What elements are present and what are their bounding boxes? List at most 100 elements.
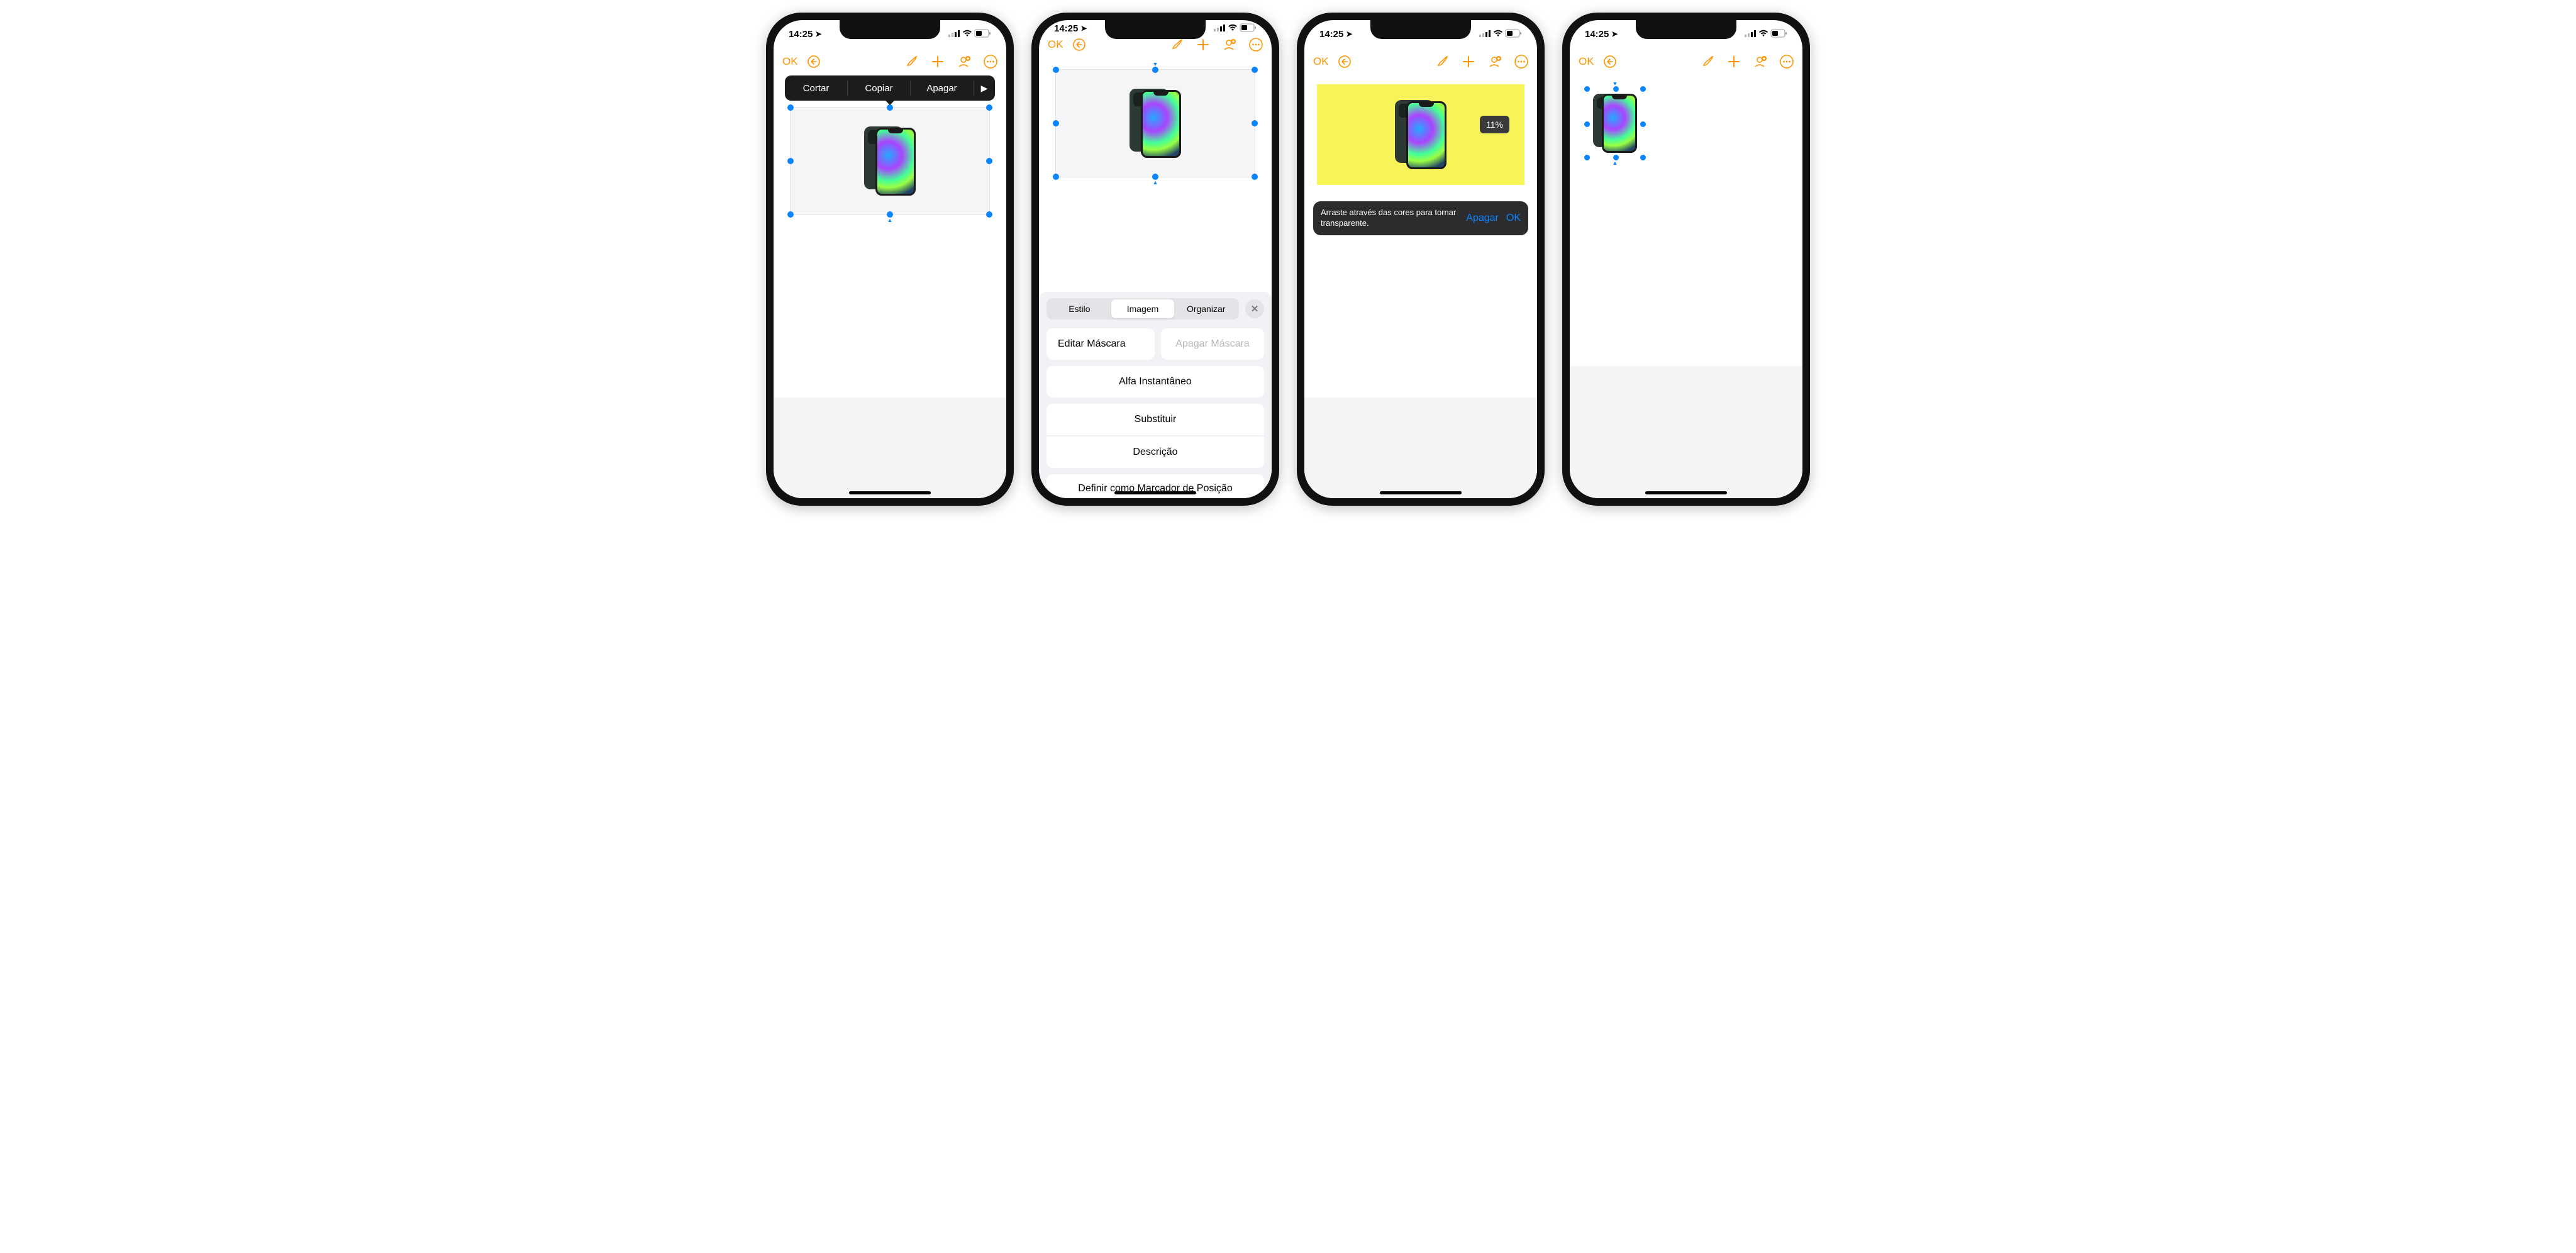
define-placeholder-button[interactable]: Definir como Marcador de Posição xyxy=(1046,474,1264,498)
brush-icon[interactable] xyxy=(1170,38,1184,52)
battery-icon xyxy=(1240,23,1257,34)
plus-icon[interactable] xyxy=(931,55,945,69)
signal-icon xyxy=(1214,23,1225,34)
notch xyxy=(1105,20,1206,39)
resize-handle[interactable] xyxy=(787,211,794,218)
document-separator xyxy=(1304,398,1537,498)
context-more-arrow[interactable]: ▶ xyxy=(974,83,995,94)
plus-icon[interactable] xyxy=(1462,55,1475,69)
ok-button[interactable]: OK xyxy=(1313,55,1329,68)
status-time: 14:25 xyxy=(1585,29,1609,40)
more-icon[interactable] xyxy=(984,55,997,69)
status-time: 14:25 xyxy=(1054,23,1078,34)
wifi-icon xyxy=(1493,29,1503,40)
alpha-delete-button[interactable]: Apagar xyxy=(1466,213,1499,224)
notch xyxy=(1636,20,1736,39)
tab-arrange[interactable]: Organizar xyxy=(1174,299,1238,318)
plus-icon[interactable] xyxy=(1727,55,1741,69)
collaborate-icon[interactable] xyxy=(1753,55,1767,69)
resize-handle[interactable] xyxy=(1583,85,1591,93)
iphone-product-image xyxy=(864,126,916,196)
plus-icon[interactable] xyxy=(1196,38,1210,52)
instant-alpha-image[interactable]: 11% xyxy=(1317,84,1524,185)
resize-handle[interactable] xyxy=(1639,85,1647,93)
phone-frame-1: 14:25 ➤ OK Cortar xyxy=(766,13,1014,506)
selected-image[interactable]: ▼▲ xyxy=(1055,69,1255,177)
canvas[interactable]: ▼▲ xyxy=(1570,75,1802,498)
resize-handle[interactable] xyxy=(986,104,992,111)
edit-mask-button[interactable]: Editar Máscara xyxy=(1046,328,1155,360)
more-icon[interactable] xyxy=(1249,38,1263,52)
resize-handle[interactable] xyxy=(887,104,893,111)
undo-icon[interactable] xyxy=(1072,38,1086,52)
resize-handle[interactable] xyxy=(1639,153,1647,162)
ok-button[interactable]: OK xyxy=(1579,55,1594,68)
context-copy[interactable]: Copiar xyxy=(848,83,910,94)
location-icon: ➤ xyxy=(815,30,821,38)
resize-handle[interactable] xyxy=(986,158,992,164)
undo-icon[interactable] xyxy=(1338,55,1352,69)
description-button[interactable]: Descrição xyxy=(1046,437,1264,468)
context-delete[interactable]: Apagar xyxy=(911,83,973,94)
collaborate-icon[interactable] xyxy=(1223,38,1236,52)
resize-handle[interactable] xyxy=(1053,120,1059,126)
resize-handle[interactable] xyxy=(887,211,893,218)
battery-icon xyxy=(1506,29,1522,40)
undo-icon[interactable] xyxy=(807,55,821,69)
signal-icon xyxy=(1745,29,1756,40)
tab-image[interactable]: Imagem xyxy=(1111,299,1175,318)
resize-handle[interactable] xyxy=(1583,120,1591,128)
resize-handle[interactable] xyxy=(1612,153,1620,162)
resize-handle[interactable] xyxy=(1639,120,1647,128)
instant-alpha-toolbar: Arraste através das cores para tornar tr… xyxy=(1313,201,1528,235)
resize-handle[interactable] xyxy=(1252,120,1258,126)
resize-handle[interactable] xyxy=(1053,67,1059,73)
notch xyxy=(1370,20,1471,39)
resize-handle[interactable] xyxy=(1152,174,1158,180)
resize-handle[interactable] xyxy=(787,104,794,111)
home-indicator[interactable] xyxy=(849,491,931,494)
collaborate-icon[interactable] xyxy=(1488,55,1502,69)
home-indicator[interactable] xyxy=(1380,491,1462,494)
undo-icon[interactable] xyxy=(1603,55,1617,69)
alpha-ok-button[interactable]: OK xyxy=(1506,213,1521,224)
collaborate-icon[interactable] xyxy=(957,55,971,69)
signal-icon xyxy=(948,29,960,40)
more-icon[interactable] xyxy=(1780,55,1794,69)
document-separator xyxy=(774,398,1006,498)
home-indicator[interactable] xyxy=(1114,491,1196,494)
ok-button[interactable]: OK xyxy=(782,55,798,68)
resize-handle[interactable] xyxy=(787,158,794,164)
tab-style[interactable]: Estilo xyxy=(1048,299,1111,318)
resize-handle[interactable] xyxy=(1252,174,1258,180)
brush-icon[interactable] xyxy=(1701,55,1714,69)
context-cut[interactable]: Cortar xyxy=(785,83,847,94)
resize-handle[interactable] xyxy=(1612,85,1620,93)
canvas[interactable]: 11% Arraste através das cores para torna… xyxy=(1304,75,1537,498)
status-time: 14:25 xyxy=(1319,29,1343,40)
alpha-percent-badge: 11% xyxy=(1480,116,1509,133)
resize-handle[interactable] xyxy=(1252,67,1258,73)
close-sheet-button[interactable]: ✕ xyxy=(1245,299,1264,318)
resize-handle[interactable] xyxy=(1583,153,1591,162)
replace-button[interactable]: Substituir xyxy=(1046,404,1264,435)
canvas[interactable]: ▼▲ xyxy=(1039,53,1272,292)
resize-handle[interactable] xyxy=(986,211,992,218)
canvas[interactable]: Cortar Copiar Apagar ▶ ▼▲ xyxy=(774,75,1006,498)
iphone-product-image xyxy=(1130,89,1181,158)
status-time: 14:25 xyxy=(789,29,813,40)
more-icon[interactable] xyxy=(1514,55,1528,69)
selected-image[interactable]: ▼▲ xyxy=(790,107,990,215)
brush-icon[interactable] xyxy=(1435,55,1449,69)
home-indicator[interactable] xyxy=(1645,491,1727,494)
resize-handle[interactable] xyxy=(1053,174,1059,180)
resize-handle[interactable] xyxy=(1152,67,1158,73)
instant-alpha-button[interactable]: Alfa Instantâneo xyxy=(1046,366,1264,398)
format-sheet: Estilo Imagem Organizar ✕ Editar Máscara… xyxy=(1039,292,1272,498)
battery-icon xyxy=(975,29,991,40)
ok-button[interactable]: OK xyxy=(1048,38,1063,51)
status-right xyxy=(948,29,991,40)
brush-icon[interactable] xyxy=(904,55,918,69)
selected-result-image[interactable]: ▼▲ xyxy=(1586,88,1644,159)
location-icon: ➤ xyxy=(1080,24,1087,33)
